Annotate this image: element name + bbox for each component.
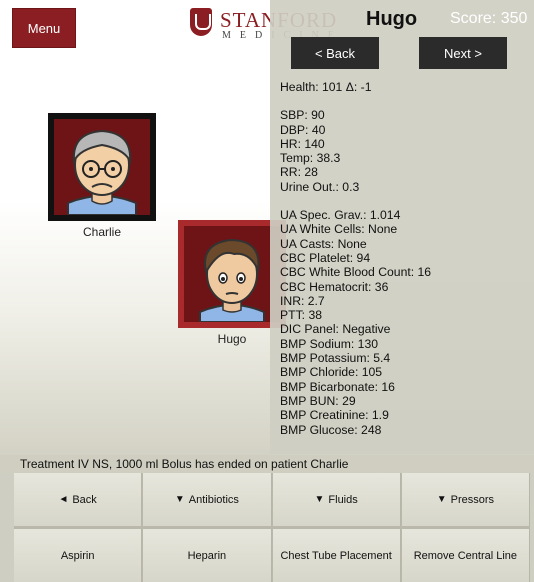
action-label: Remove Central Line bbox=[413, 549, 518, 562]
stanford-shield-icon bbox=[190, 8, 212, 36]
patient-charlie[interactable]: Charlie bbox=[48, 113, 156, 239]
vital-row: Temp: 38.3 bbox=[280, 151, 341, 166]
lab-row: BMP Creatinine: 1.9 bbox=[280, 408, 389, 423]
action-label: Back bbox=[72, 493, 97, 506]
lab-row: UA White Cells: None bbox=[280, 222, 398, 237]
patient-avatar[interactable] bbox=[48, 113, 156, 221]
chest-tube-placement-button[interactable]: Chest Tube Placement bbox=[272, 529, 401, 582]
lab-row: CBC Platelet: 94 bbox=[280, 250, 371, 265]
lab-row: UA Spec. Grav.: 1.014 bbox=[280, 208, 401, 223]
antibiotics-dropdown[interactable]: ▼ Antibiotics bbox=[143, 473, 272, 526]
back-button[interactable]: < Back bbox=[291, 37, 379, 69]
vital-row: DBP: 40 bbox=[280, 122, 326, 137]
patient-info-panel: Hugo Score: 350 < Back Next > Health: 10… bbox=[270, 0, 534, 454]
action-label: Pressors bbox=[450, 493, 495, 506]
lab-row: BMP Sodium: 130 bbox=[280, 336, 379, 351]
health-readout: Health: 101 Δ: -1 bbox=[280, 80, 372, 94]
patient-name: Charlie bbox=[82, 225, 121, 239]
action-back-button[interactable]: ◄ Back bbox=[14, 473, 143, 526]
pressors-dropdown[interactable]: ▼ Pressors bbox=[401, 473, 530, 526]
remove-central-line-button[interactable]: Remove Central Line bbox=[401, 529, 530, 582]
action-label: Aspirin bbox=[60, 549, 95, 562]
fluids-dropdown[interactable]: ▼ Fluids bbox=[272, 473, 401, 526]
down-triangle-icon: ▼ bbox=[314, 494, 325, 505]
down-triangle-icon: ▼ bbox=[174, 494, 185, 505]
lab-row: CBC White Blood Count: 16 bbox=[280, 265, 432, 280]
lab-row: UA Casts: None bbox=[280, 236, 367, 251]
vital-row: RR: 28 bbox=[280, 165, 318, 180]
young-man-avatar-icon bbox=[184, 226, 280, 323]
menu-button[interactable]: Menu bbox=[12, 8, 76, 48]
lab-row: BMP Potassium: 5.4 bbox=[280, 351, 391, 366]
lab-row: CBC Hematocrit: 36 bbox=[280, 279, 389, 294]
score-label: Score: 350 bbox=[450, 10, 528, 27]
lab-row: BMP Glucose: 248 bbox=[280, 422, 382, 437]
lab-row: INR: 2.7 bbox=[280, 293, 325, 308]
lab-row: BMP Chloride: 105 bbox=[280, 365, 383, 380]
action-label: Chest Tube Placement bbox=[280, 549, 392, 562]
left-triangle-icon: ◄ bbox=[58, 494, 69, 505]
action-label: Heparin bbox=[187, 549, 227, 562]
elderly-man-avatar-icon bbox=[54, 119, 150, 216]
action-label: Antibiotics bbox=[188, 493, 239, 506]
action-bar: ◄ Back ▼ Antibiotics ▼ Fluids ▼ Pressors Asp… bbox=[14, 473, 530, 582]
lab-row: BMP Bicarbonate: 16 bbox=[280, 379, 395, 394]
heparin-button[interactable]: Heparin bbox=[143, 529, 272, 582]
lab-row: PTT: 38 bbox=[280, 308, 322, 323]
down-triangle-icon: ▼ bbox=[436, 494, 447, 505]
vital-row: SBP: 90 bbox=[280, 108, 325, 123]
aspirin-button[interactable]: Aspirin bbox=[14, 529, 143, 582]
vital-row: Urine Out.: 0.3 bbox=[280, 179, 360, 194]
action-label: Fluids bbox=[328, 493, 358, 506]
panel-title: Hugo bbox=[366, 8, 418, 30]
lab-row: DIC Panel: Negative bbox=[280, 322, 391, 337]
status-message: Treatment IV NS, 1000 ml Bolus has ended… bbox=[0, 455, 534, 473]
next-button[interactable]: Next > bbox=[419, 37, 507, 69]
vital-row: HR: 140 bbox=[280, 136, 325, 151]
lab-row: BMP BUN: 29 bbox=[280, 393, 356, 408]
vitals-list: Health: 101 Δ: -1 SBP: 90 DBP: 40 HR: 14… bbox=[280, 80, 530, 437]
